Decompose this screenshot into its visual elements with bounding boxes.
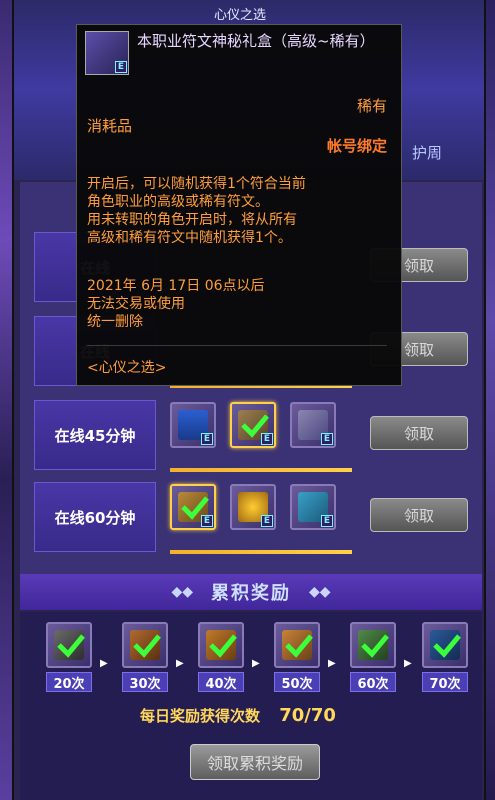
daily-count-label: 每日奖励获得次数 — [140, 707, 261, 725]
row-items: E E E — [170, 484, 350, 554]
rune-box-icon: E — [85, 31, 129, 75]
checkmark-icon — [133, 634, 161, 658]
milestone-reward-icon[interactable] — [46, 622, 92, 668]
arrow-icon: ▶ — [328, 658, 336, 669]
item-tooltip: E 本职业符文神秘礼盒（高级~稀有） 稀有 消耗品 帐号绑定 开启后，可以随机获… — [76, 24, 402, 386]
progress-bar — [170, 550, 352, 554]
claim-cumulative-button[interactable]: 领取累积奖励 — [190, 744, 320, 780]
purple-token-icon[interactable]: E — [290, 402, 336, 448]
window-title: 心仪之选 — [214, 8, 267, 23]
reward-row: 在线60分钟 E E E 领取 — [34, 482, 478, 560]
daily-count: 每日奖励获得次数 70/70 — [140, 705, 336, 726]
milestone[interactable]: 60次 — [350, 622, 396, 692]
tooltip-divider — [87, 345, 387, 346]
claim-button[interactable]: 领取 — [370, 498, 468, 532]
tooltip-date-restriction: 2021年 6月 17日 06点以后 无法交易或使用 统一删除 — [87, 278, 265, 330]
e-badge-icon: E — [201, 433, 213, 445]
progress-bar — [170, 468, 352, 472]
row-items: E E E — [170, 402, 350, 472]
tooltip-source: <心仪之选> — [87, 360, 167, 376]
milestone[interactable]: 20次 — [46, 622, 92, 692]
e-badge-icon: E — [201, 515, 213, 527]
row-label: 在线45分钟 — [34, 400, 156, 470]
milestone-reward-icon[interactable] — [350, 622, 396, 668]
milestone-reward-icon[interactable] — [422, 622, 468, 668]
milestone-label: 30次 — [122, 672, 168, 692]
milestone-label: 50次 — [274, 672, 320, 692]
e-badge-icon: E — [321, 433, 333, 445]
milestone-label: 40次 — [198, 672, 244, 692]
daily-count-value: 70/70 — [279, 705, 336, 726]
diamond-icon: ◆◆ — [309, 584, 331, 600]
cumulative-header: ◆◆ 累积奖励 ◆◆ — [20, 574, 482, 610]
milestone-reward-icon[interactable] — [198, 622, 244, 668]
milestones: 20次 ▶ 30次 ▶ 40次 ▶ 50次 ▶ 60次 ▶ 70次 — [28, 622, 468, 702]
checkmark-icon — [57, 634, 85, 658]
arrow-icon: ▶ — [100, 658, 108, 669]
e-badge-icon: E — [115, 61, 127, 73]
milestone[interactable]: 40次 — [198, 622, 244, 692]
gold-medal-icon[interactable]: E — [230, 484, 276, 530]
blue-chest-icon[interactable]: E — [170, 402, 216, 448]
milestone-reward-icon[interactable] — [122, 622, 168, 668]
tooltip-binding: 帐号绑定 — [326, 137, 387, 155]
cumulative-title: 累积奖励 — [211, 583, 291, 604]
arrow-icon: ▶ — [404, 658, 412, 669]
tooltip-rarity: 稀有 — [356, 97, 387, 115]
milestone[interactable]: 50次 — [274, 622, 320, 692]
check-box-icon[interactable]: E — [170, 484, 216, 530]
arrow-icon: ▶ — [176, 658, 184, 669]
banner-text: 护周 — [412, 144, 443, 162]
check-token-icon[interactable]: E — [230, 402, 276, 448]
milestone[interactable]: 30次 — [122, 622, 168, 692]
checkmark-icon — [285, 634, 313, 658]
milestone-label: 60次 — [350, 672, 396, 692]
claim-button[interactable]: 领取 — [370, 416, 468, 450]
arrow-icon: ▶ — [252, 658, 260, 669]
tooltip-title: 本职业符文神秘礼盒（高级~稀有） — [137, 32, 375, 50]
gift-bag-icon[interactable]: E — [290, 484, 336, 530]
milestone[interactable]: 70次 — [422, 622, 468, 692]
milestone-reward-icon[interactable] — [274, 622, 320, 668]
e-badge-icon: E — [261, 515, 273, 527]
checkmark-icon — [361, 634, 389, 658]
diamond-icon: ◆◆ — [171, 584, 193, 600]
milestone-label: 20次 — [46, 672, 92, 692]
e-badge-icon: E — [321, 515, 333, 527]
tooltip-description: 开启后，可以随机获得1个符合当前 角色职业的高级或稀有符文。 用未转职的角色开启… — [87, 176, 306, 246]
reward-row: 在线45分钟 E E E 领取 — [34, 400, 478, 478]
checkmark-icon — [209, 634, 237, 658]
checkmark-icon — [433, 634, 461, 658]
row-label: 在线60分钟 — [34, 482, 156, 552]
tooltip-type: 消耗品 — [87, 117, 133, 135]
e-badge-icon: E — [261, 433, 273, 445]
milestone-label: 70次 — [422, 672, 468, 692]
